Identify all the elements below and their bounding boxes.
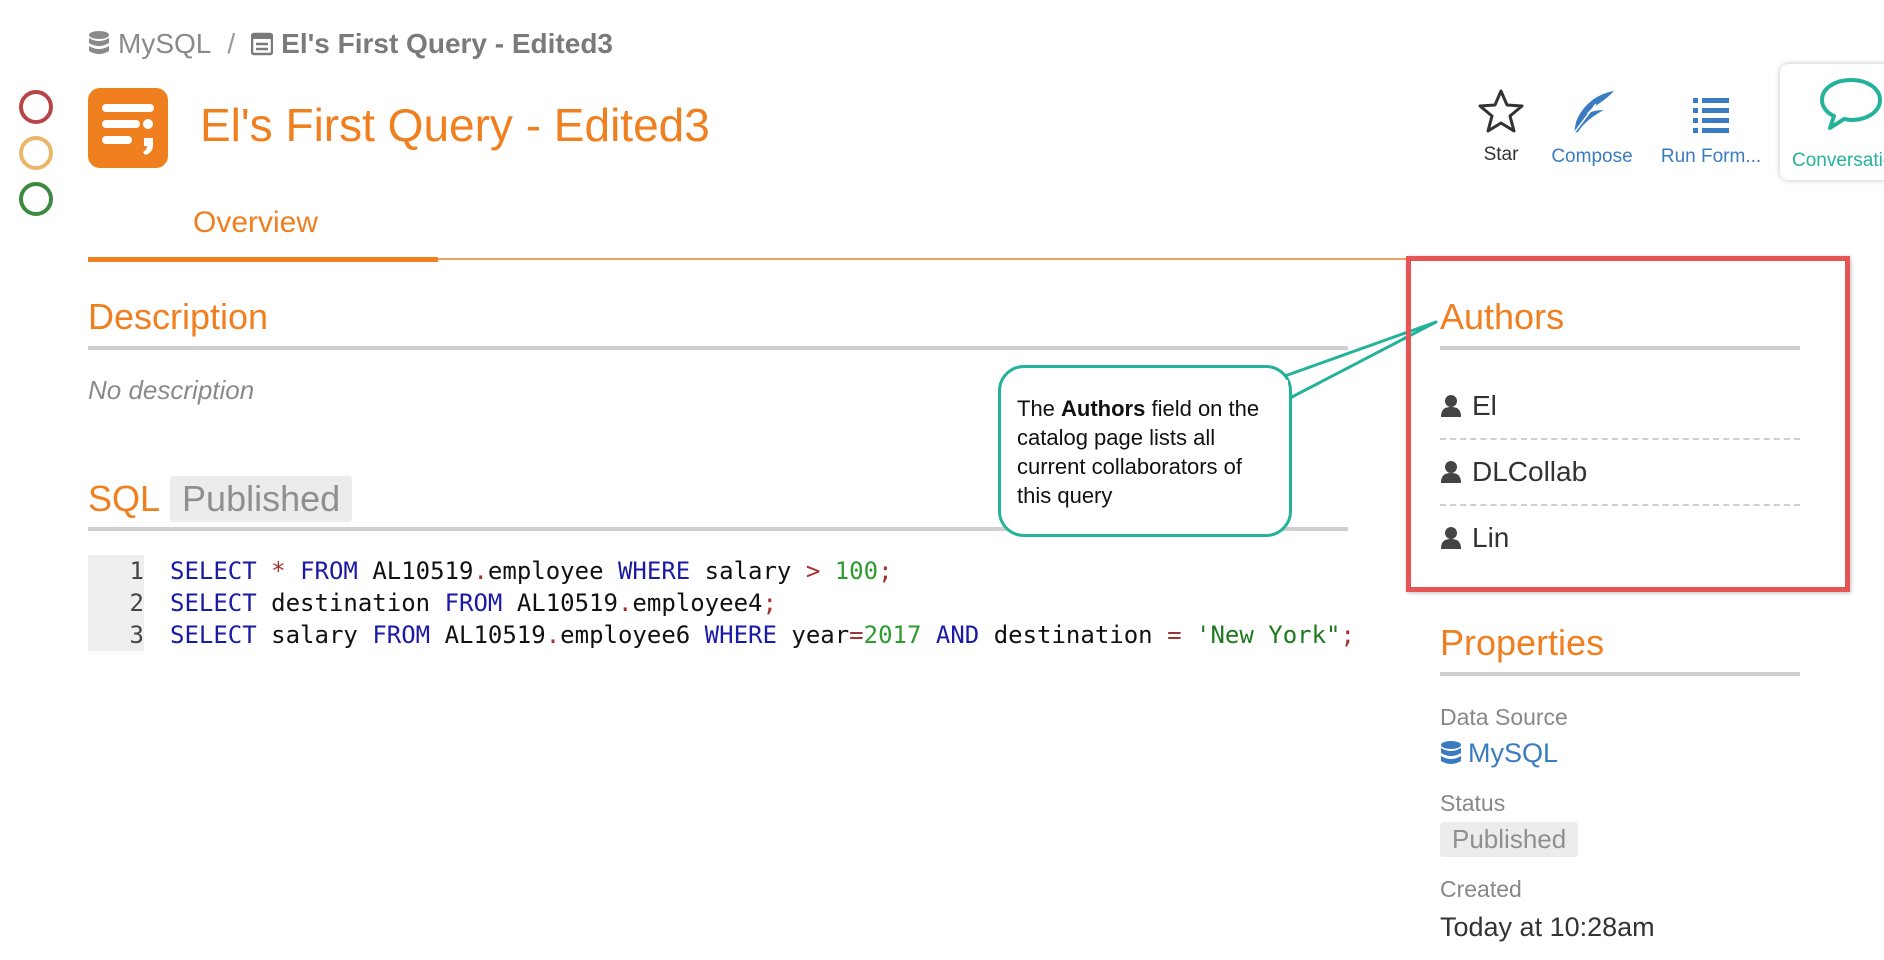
authors-heading: Authors xyxy=(1440,296,1565,337)
created-label: Created xyxy=(1440,876,1522,902)
window-close-dot[interactable] xyxy=(19,90,53,124)
author-item[interactable]: El xyxy=(1440,390,1497,422)
author-name: DLCollab xyxy=(1472,456,1588,487)
description-heading: Description xyxy=(88,296,269,337)
query-icon xyxy=(88,88,168,168)
database-icon xyxy=(1441,740,1461,764)
code-line: 3 SELECT salary FROM AL10519.employee6 WH… xyxy=(88,619,1355,651)
status-value: Published xyxy=(1440,822,1579,857)
compose-label: Compose xyxy=(1551,146,1633,167)
run-form-label: Run Form... xyxy=(1660,146,1762,167)
user-icon xyxy=(1441,395,1461,417)
data-source-link[interactable]: MySQL xyxy=(1440,738,1558,769)
star-icon xyxy=(1478,89,1524,133)
line-number: 2 xyxy=(129,589,144,617)
callout-text-prefix: The xyxy=(1017,396,1062,421)
author-item[interactable]: DLCollab xyxy=(1440,456,1587,488)
page-title: El's First Query - Edited3 xyxy=(200,99,710,151)
code-line: 2 SELECT destination FROM AL10519.employe… xyxy=(88,587,777,619)
author-name: El xyxy=(1472,390,1497,421)
description-text: No description xyxy=(88,375,255,405)
description-divider xyxy=(88,346,1348,350)
tab-active-indicator xyxy=(88,257,438,262)
query-table-icon xyxy=(251,32,274,56)
conversation-button[interactable]: Conversation xyxy=(1780,64,1884,180)
callout-text-bold: Authors xyxy=(1061,396,1146,421)
properties-divider xyxy=(1440,672,1800,676)
tab-overview[interactable]: Overview xyxy=(193,206,318,240)
line-number: 3 xyxy=(129,621,144,649)
author-divider xyxy=(1440,504,1800,506)
run-form-button[interactable]: Run Form... xyxy=(1654,88,1768,168)
status-label: Status xyxy=(1440,790,1506,816)
breadcrumb-current: El's First Query - Edited3 xyxy=(281,28,613,59)
breadcrumb-root-link[interactable]: MySQL xyxy=(118,28,211,60)
status-badge: Published xyxy=(1440,822,1579,857)
line-number: 1 xyxy=(129,557,144,585)
window-maximize-dot[interactable] xyxy=(19,182,53,216)
user-icon xyxy=(1441,461,1461,483)
conversation-label: Conversation xyxy=(1792,150,1884,171)
star-label: Star xyxy=(1483,144,1519,165)
author-name: Lin xyxy=(1472,522,1510,553)
properties-heading: Properties xyxy=(1440,622,1605,663)
created-value: Today at 10:28am xyxy=(1440,912,1655,942)
sql-heading: SQL xyxy=(88,478,161,519)
sql-status-badge: Published xyxy=(170,476,353,522)
list-icon xyxy=(1693,98,1729,133)
sql-heading-row: SQL Published xyxy=(88,476,353,522)
callout-annotation: The Authors field on the catalog page li… xyxy=(998,365,1292,537)
author-item[interactable]: Lin xyxy=(1440,522,1509,554)
data-source-value: MySQL xyxy=(1468,738,1559,768)
breadcrumb: MySQL / El's First Query - Edited3 xyxy=(88,26,613,62)
authors-divider xyxy=(1440,346,1800,350)
database-icon xyxy=(89,31,109,54)
window-minimize-dot[interactable] xyxy=(19,136,53,170)
user-icon xyxy=(1441,527,1461,549)
code-line: 1 SELECT * FROM AL10519.employee WHERE sa… xyxy=(88,555,893,587)
feather-icon xyxy=(1573,91,1614,134)
speech-bubble-icon xyxy=(1820,78,1882,130)
data-source-label: Data Source xyxy=(1440,704,1568,730)
compose-button[interactable]: Compose xyxy=(1540,88,1644,168)
breadcrumb-separator: / xyxy=(227,28,236,59)
star-button[interactable]: Star xyxy=(1474,88,1528,166)
author-divider xyxy=(1440,438,1800,440)
